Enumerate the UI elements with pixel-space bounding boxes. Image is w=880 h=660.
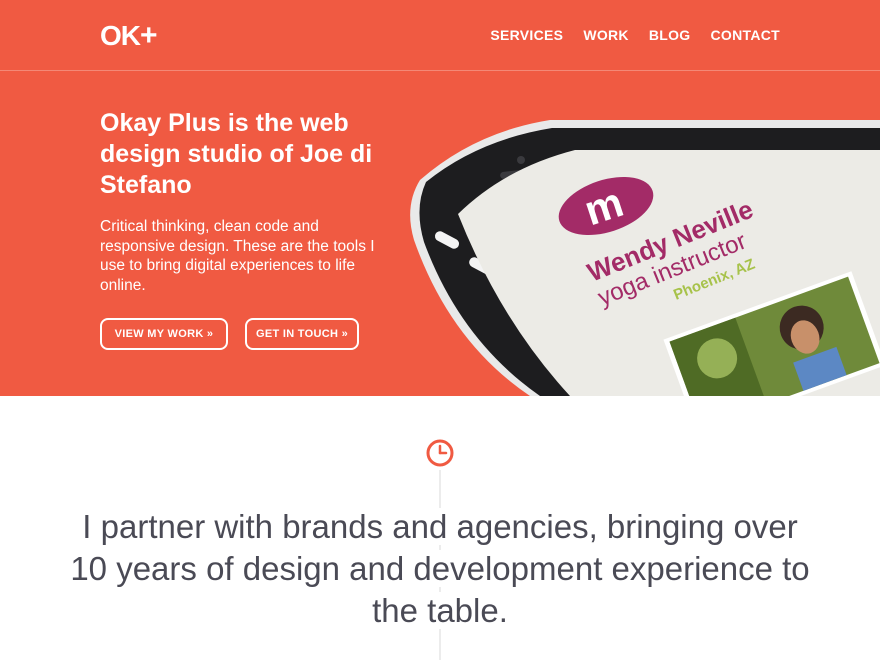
site-logo[interactable]: OK+: [100, 19, 158, 52]
nav-item-work[interactable]: WORK: [583, 27, 629, 43]
logo-plus: +: [140, 19, 158, 52]
top-navigation-bar: OK+ SERVICES WORK BLOG CONTACT: [0, 0, 880, 71]
get-in-touch-button[interactable]: GET IN TOUCH »: [245, 318, 359, 350]
clock-icon: [426, 439, 454, 467]
nav-item-blog[interactable]: BLOG: [649, 27, 691, 43]
hero-intro: Critical thinking, clean code and respon…: [100, 218, 375, 294]
main-nav: SERVICES WORK BLOG CONTACT: [490, 27, 780, 43]
intro-statement-text: I partner with brands and agencies, brin…: [70, 508, 810, 629]
view-my-work-button[interactable]: VIEW MY WORK »: [100, 318, 228, 350]
hero-headline: Okay Plus is the web design studio of Jo…: [100, 109, 373, 199]
phone-camera: [517, 156, 525, 164]
intro-statement: I partner with brands and agencies, brin…: [60, 506, 820, 632]
phone-mockup-image: m Wendy Neville yoga instructor Phoenix,…: [380, 110, 880, 396]
hero-section: OK+ SERVICES WORK BLOG CONTACT Okay Plus…: [0, 0, 880, 396]
nav-item-contact[interactable]: CONTACT: [711, 27, 781, 43]
logo-text: OK: [100, 20, 141, 51]
nav-item-services[interactable]: SERVICES: [490, 27, 563, 43]
